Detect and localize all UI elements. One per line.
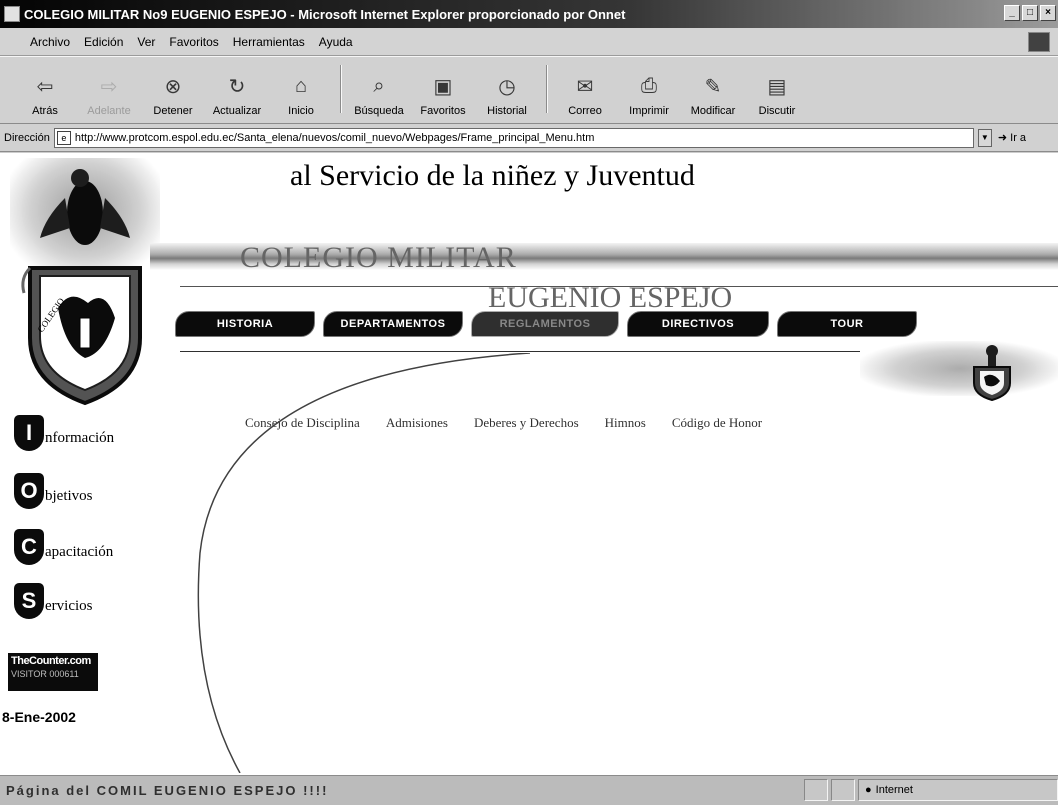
school-name-line1: COLEGIO MILITAR <box>240 241 517 274</box>
shield-letter-icon: I <box>14 415 44 451</box>
visitor-counter-badge[interactable]: TheCounter.com VISITOR 000611 <box>8 653 98 691</box>
back-label: Atrás <box>32 105 58 117</box>
refresh-button[interactable]: ↻ Actualizar <box>206 73 268 118</box>
status-panel-empty <box>804 779 828 801</box>
status-zone-panel: ● Internet <box>858 779 1058 801</box>
home-icon: ⌂ <box>294 74 308 97</box>
menu-ver[interactable]: Ver <box>137 35 155 49</box>
mail-button[interactable]: ✉ Correo <box>554 73 616 118</box>
forward-label: Adelante <box>87 105 131 117</box>
edit-icon: ✎ <box>704 75 722 98</box>
history-icon: ◷ <box>498 75 516 98</box>
tab-historia[interactable]: Historia <box>175 311 315 337</box>
tab-departamentos[interactable]: Departamentos <box>323 311 463 337</box>
page-content: COLEGIO al Servicio de la niñez y Juvent… <box>0 153 1058 775</box>
globe-icon: ● <box>865 784 872 796</box>
status-text: Página del COMIL EUGENIO ESPEJO !!!! <box>6 783 329 798</box>
mail-label: Correo <box>568 105 602 117</box>
back-arrow-icon: ⇦ <box>36 75 54 98</box>
discuss-label: Discutir <box>758 105 796 117</box>
sidebar-item-objetivos[interactable]: O bjetivos <box>14 473 93 509</box>
address-bar: Dirección e http://www.protcom.espol.edu… <box>0 124 1058 152</box>
address-label: Dirección <box>4 131 50 144</box>
menu-archivo[interactable]: Archivo <box>30 35 70 49</box>
zone-label: Internet <box>875 784 913 796</box>
status-panel-empty <box>831 779 855 801</box>
sidebar-item-capacitacion[interactable]: C apacitación <box>14 529 113 565</box>
windows-logo-icon <box>1028 32 1050 52</box>
status-bar: Página del COMIL EUGENIO ESPEJO !!!! ● I… <box>0 775 1058 805</box>
standard-toolbar: ⇦ Atrás ⇨ Adelante ⊗ Detener ↻ Actualiza… <box>0 56 1058 124</box>
favorites-button[interactable]: ▣ Favoritos <box>412 73 474 118</box>
sidebar-item-label: ervicios <box>45 598 93 614</box>
mail-icon: ✉ <box>576 75 594 98</box>
forward-button[interactable]: ⇨ Adelante <box>78 73 140 118</box>
status-panels: ● Internet <box>804 779 1058 801</box>
sidebar-item-label: nformación <box>45 430 115 446</box>
counter-brand: TheCounter.com <box>11 655 91 667</box>
counter-label: VISITOR <box>11 669 47 679</box>
discuss-button[interactable]: ▤ Discutir <box>746 73 808 118</box>
sidebar-item-label: apacitación <box>45 544 114 560</box>
school-name-line2: EUGENIO ESPEJO <box>488 281 733 314</box>
address-input[interactable]: e http://www.protcom.espol.edu.ec/Santa_… <box>53 127 974 148</box>
search-button[interactable]: ⌕ Búsqueda <box>348 73 410 118</box>
go-button[interactable]: ➜ Ir a <box>998 131 1026 144</box>
stop-button[interactable]: ⊗ Detener <box>142 73 204 118</box>
menu-ayuda[interactable]: Ayuda <box>319 35 353 49</box>
school-crest-logo: COLEGIO <box>10 158 160 406</box>
forward-arrow-icon: ⇨ <box>100 75 118 98</box>
print-icon: ⎙ <box>641 74 657 97</box>
discuss-icon: ▤ <box>767 75 787 98</box>
menu-bar: Archivo Edición Ver Favoritos Herramient… <box>0 28 1058 56</box>
menu-favoritos[interactable]: Favoritos <box>169 35 218 49</box>
page-headline: al Servicio de la niñez y Juventud <box>290 159 695 192</box>
refresh-label: Actualizar <box>212 105 262 117</box>
tab-tour[interactable]: Tour <box>777 311 917 337</box>
refresh-icon: ↻ <box>228 75 246 98</box>
favorites-label: Favoritos <box>420 105 466 117</box>
print-label: Imprimir <box>629 105 669 117</box>
history-label: Historial <box>487 105 527 117</box>
page-icon: e <box>56 130 71 145</box>
sidebar-item-label: bjetivos <box>45 488 93 504</box>
tab-reglamentos[interactable]: Reglamentos <box>471 311 619 337</box>
sidebar-item-servicios[interactable]: S ervicios <box>14 583 92 619</box>
window-controls: _ □ × <box>1004 5 1056 21</box>
ie-app-icon <box>4 6 20 22</box>
home-label: Inicio <box>288 105 314 117</box>
favorites-icon: ▣ <box>433 75 453 98</box>
home-button[interactable]: ⌂ Inicio <box>270 73 332 118</box>
address-dropdown-button[interactable]: ▼ <box>977 128 992 147</box>
edit-button[interactable]: ✎ Modificar <box>682 73 744 118</box>
menu-edicion[interactable]: Edición <box>84 35 123 49</box>
toolbar-separator <box>546 65 548 113</box>
main-nav-tabs: Historia Departamentos Reglamentos Direc… <box>175 311 917 337</box>
maximize-button[interactable]: □ <box>1022 5 1038 21</box>
menu-herramientas[interactable]: Herramientas <box>233 35 305 49</box>
counter-value: 000611 <box>49 669 79 679</box>
window-title-bar: COLEGIO MILITAR No9 EUGENIO ESPEJO - Mic… <box>0 0 1058 28</box>
shield-letter-icon: S <box>14 583 44 619</box>
stop-label: Detener <box>153 105 193 117</box>
close-button[interactable]: × <box>1040 5 1056 21</box>
back-button[interactable]: ⇦ Atrás <box>14 73 76 118</box>
address-url: http://www.protcom.espol.edu.ec/Santa_el… <box>74 131 595 144</box>
window-title: COLEGIO MILITAR No9 EUGENIO ESPEJO - Mic… <box>24 6 626 22</box>
edit-label: Modificar <box>690 105 736 117</box>
shield-letter-icon: O <box>14 473 44 509</box>
tab-directivos[interactable]: Directivos <box>627 311 769 337</box>
search-icon: ⌕ <box>373 74 385 97</box>
go-label: Ir a <box>1010 132 1027 144</box>
shield-letter-icon: C <box>14 529 44 565</box>
sidebar-item-informacion[interactable]: I nformación <box>14 415 114 451</box>
history-button[interactable]: ◷ Historial <box>476 73 538 118</box>
toolbar-separator <box>340 65 342 113</box>
minimize-button[interactable]: _ <box>1004 5 1020 21</box>
stop-icon: ⊗ <box>164 75 182 98</box>
search-label: Búsqueda <box>354 105 404 117</box>
print-button[interactable]: ⎙ Imprimir <box>618 73 680 118</box>
decorative-curve <box>197 353 531 773</box>
update-date: 8-Ene-2002 <box>2 709 76 725</box>
